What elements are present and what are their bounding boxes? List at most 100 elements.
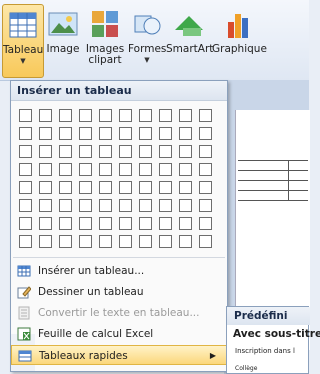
- grid-cell[interactable]: [99, 217, 112, 230]
- smartart-button[interactable]: SmartArt: [166, 4, 213, 76]
- grid-cell[interactable]: [79, 235, 92, 248]
- grid-cell[interactable]: [39, 217, 52, 230]
- grid-cell[interactable]: [159, 217, 172, 230]
- tableau-button[interactable]: Tableau ▼: [2, 4, 44, 78]
- grid-cell[interactable]: [179, 145, 192, 158]
- grid-cell[interactable]: [159, 181, 172, 194]
- grid-cell[interactable]: [99, 181, 112, 194]
- grid-cell[interactable]: [199, 217, 212, 230]
- grid-cell[interactable]: [59, 235, 72, 248]
- image-button[interactable]: Image: [44, 4, 82, 76]
- grid-cell[interactable]: [99, 127, 112, 140]
- grid-cell[interactable]: [59, 163, 72, 176]
- grid-cell[interactable]: [179, 163, 192, 176]
- grid-cell[interactable]: [119, 145, 132, 158]
- grid-cell[interactable]: [19, 181, 32, 194]
- grid-cell[interactable]: [139, 235, 152, 248]
- grid-cell[interactable]: [159, 163, 172, 176]
- grid-cell[interactable]: [39, 145, 52, 158]
- grid-cell[interactable]: [199, 199, 212, 212]
- grid-cell[interactable]: [179, 127, 192, 140]
- grid-cell[interactable]: [19, 217, 32, 230]
- grid-cell[interactable]: [139, 217, 152, 230]
- grid-cell[interactable]: [39, 127, 52, 140]
- grid-cell[interactable]: [179, 109, 192, 122]
- grid-cell[interactable]: [119, 217, 132, 230]
- grid-cell[interactable]: [99, 199, 112, 212]
- grid-cell[interactable]: [139, 199, 152, 212]
- grid-cell[interactable]: [19, 235, 32, 248]
- excel-icon: [17, 327, 31, 341]
- grid-cell[interactable]: [119, 127, 132, 140]
- grid-cell[interactable]: [59, 199, 72, 212]
- tableau-label: Tableau: [3, 44, 44, 56]
- grid-cell[interactable]: [19, 163, 32, 176]
- graphique-button[interactable]: Graphique: [212, 4, 267, 76]
- grid-cell[interactable]: [119, 181, 132, 194]
- grid-cell[interactable]: [79, 181, 92, 194]
- grid-cell[interactable]: [199, 235, 212, 248]
- grid-cell[interactable]: [159, 127, 172, 140]
- grid-cell[interactable]: [119, 199, 132, 212]
- grid-cell[interactable]: [59, 145, 72, 158]
- grid-cell[interactable]: [79, 109, 92, 122]
- menu-item-excel-sheet[interactable]: Feuille de calcul Excel: [11, 324, 227, 344]
- grid-cell[interactable]: [39, 163, 52, 176]
- grid-cell[interactable]: [39, 109, 52, 122]
- ribbon: Tableau ▼ Image Images clipart Formes ▼ …: [0, 0, 309, 81]
- menu-item-quick-tables[interactable]: Tableaux rapides ▶: [11, 345, 227, 365]
- grid-cell[interactable]: [159, 199, 172, 212]
- grid-cell[interactable]: [19, 127, 32, 140]
- grid-cell[interactable]: [19, 145, 32, 158]
- submenu-header: Prédéfini: [227, 307, 310, 325]
- grid-cell[interactable]: [59, 109, 72, 122]
- grid-cell[interactable]: [159, 109, 172, 122]
- grid-cell[interactable]: [179, 217, 192, 230]
- menu-item-draw-table[interactable]: Dessiner un tableau: [11, 282, 227, 302]
- chevron-right-icon: ▶: [209, 351, 216, 360]
- grid-cell[interactable]: [199, 163, 212, 176]
- grid-cell[interactable]: [79, 163, 92, 176]
- grid-cell[interactable]: [199, 109, 212, 122]
- grid-cell[interactable]: [79, 199, 92, 212]
- table-line: [238, 170, 308, 171]
- grid-cell[interactable]: [119, 235, 132, 248]
- grid-cell[interactable]: [139, 181, 152, 194]
- grid-cell[interactable]: [99, 163, 112, 176]
- grid-cell[interactable]: [79, 145, 92, 158]
- grid-cell[interactable]: [59, 217, 72, 230]
- grid-cell[interactable]: [59, 181, 72, 194]
- grid-cell[interactable]: [179, 181, 192, 194]
- grid-cell[interactable]: [139, 163, 152, 176]
- menu-item-convert-text[interactable]: Convertir le texte en tableau...: [11, 303, 227, 323]
- grid-cell[interactable]: [159, 235, 172, 248]
- grid-cell[interactable]: [199, 145, 212, 158]
- grid-cell[interactable]: [99, 235, 112, 248]
- grid-cell[interactable]: [139, 109, 152, 122]
- grid-cell[interactable]: [159, 145, 172, 158]
- grid-cell[interactable]: [39, 181, 52, 194]
- grid-cell[interactable]: [59, 127, 72, 140]
- menu-item-insert-table[interactable]: Insérer un tableau...: [11, 261, 227, 281]
- grid-cell[interactable]: [199, 127, 212, 140]
- grid-cell[interactable]: [39, 199, 52, 212]
- grid-cell[interactable]: [179, 199, 192, 212]
- grid-cell[interactable]: [79, 217, 92, 230]
- grid-cell[interactable]: [139, 145, 152, 158]
- grid-cell[interactable]: [139, 127, 152, 140]
- grid-cell[interactable]: [79, 127, 92, 140]
- grid-cell[interactable]: [19, 199, 32, 212]
- submenu-title[interactable]: Avec sous-titre: [233, 328, 320, 340]
- formes-label: Formes: [128, 43, 167, 55]
- grid-cell[interactable]: [119, 109, 132, 122]
- images-clipart-button[interactable]: Images clipart: [84, 4, 126, 76]
- grid-cell[interactable]: [39, 235, 52, 248]
- grid-cell[interactable]: [99, 145, 112, 158]
- grid-cell[interactable]: [99, 109, 112, 122]
- grid-cell[interactable]: [179, 235, 192, 248]
- quick-tables-icon: [18, 349, 32, 363]
- grid-cell[interactable]: [19, 109, 32, 122]
- grid-cell[interactable]: [119, 163, 132, 176]
- formes-button[interactable]: Formes ▼: [128, 4, 166, 76]
- grid-cell[interactable]: [199, 181, 212, 194]
